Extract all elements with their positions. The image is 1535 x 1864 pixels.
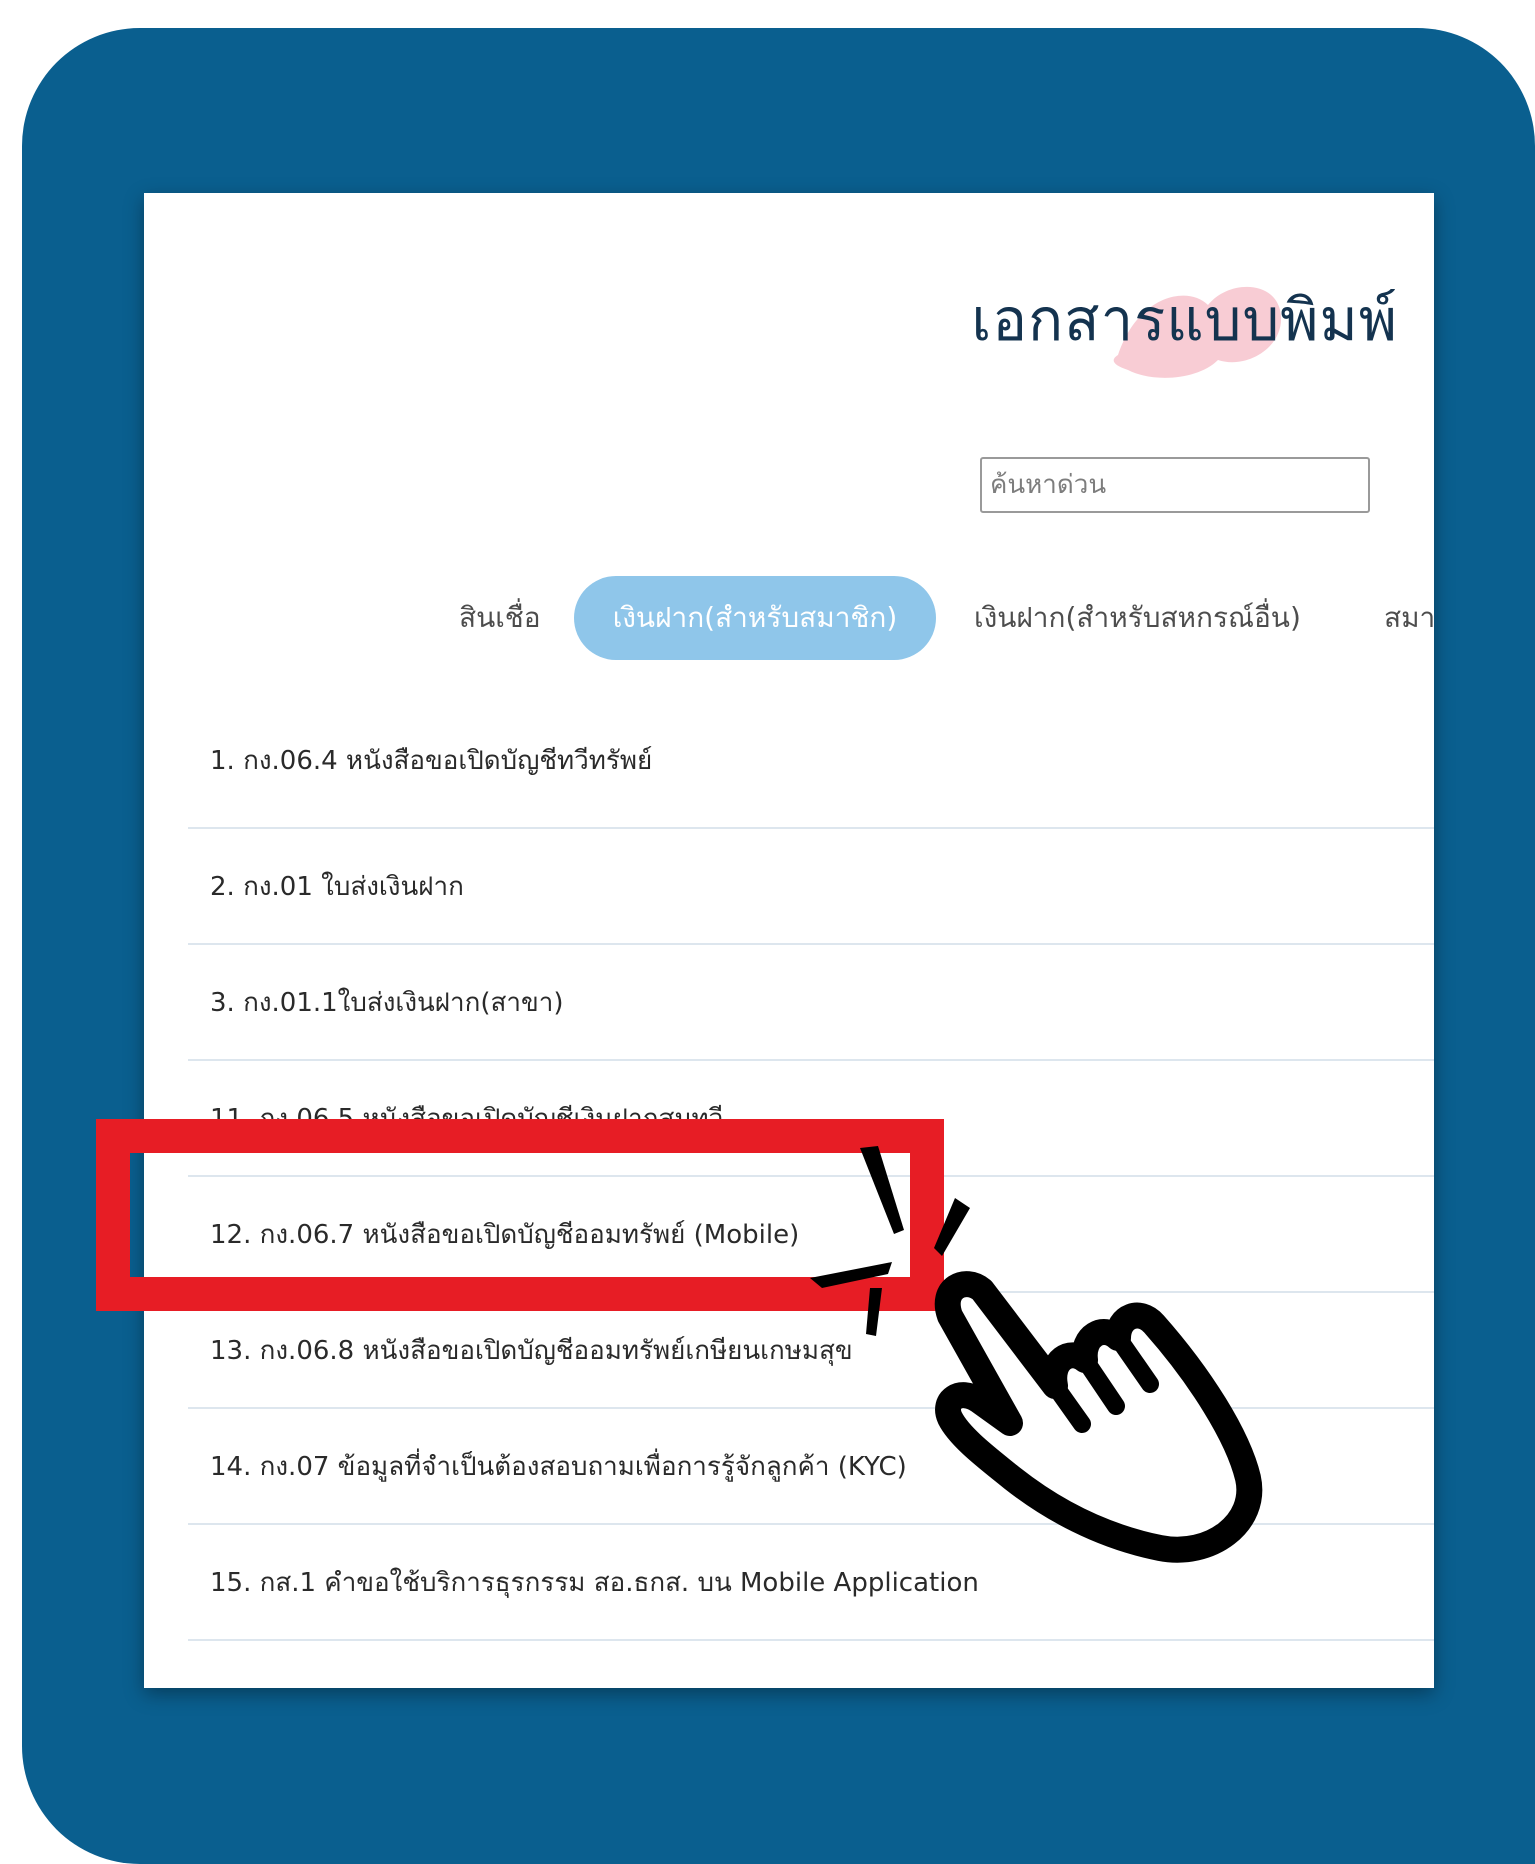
- document-link[interactable]: 3. กง.01.1ใบส่งเงินฝาก(สาขา): [210, 982, 564, 1023]
- heading-area: เอกสารแบบพิมพ์: [898, 253, 1398, 378]
- page-title: เอกสารแบบพิมพ์: [971, 286, 1398, 354]
- list-item[interactable]: 2. กง.01 ใบส่งเงินฝาก: [188, 829, 1434, 945]
- document-link[interactable]: 1. กง.06.4 หนังสือขอเปิดบัญชีทวีทรัพย์: [210, 740, 652, 781]
- tab-loans[interactable]: สินเชื่อ: [459, 576, 541, 660]
- list-item[interactable]: 3. กง.01.1ใบส่งเงินฝาก(สาขา): [188, 945, 1434, 1061]
- tab-member-deposits[interactable]: เงินฝาก(สำหรับสมาชิก): [574, 576, 936, 660]
- document-link[interactable]: 2. กง.01 ใบส่งเงินฝาก: [210, 866, 464, 907]
- list-item[interactable]: 11. กง.06.5 หนังสือขอเปิดบัญชีเงินฝากสมท…: [188, 1061, 1434, 1177]
- document-list: 1. กง.06.4 หนังสือขอเปิดบัญชีทวีทรัพย์ 2…: [188, 721, 1434, 1641]
- document-link[interactable]: 15. กส.1 คำขอใช้บริการธุรกรรม สอ.ธกส. บน…: [210, 1562, 979, 1603]
- tab-cooperative-deposits[interactable]: เงินฝาก(สำหรับสหกรณ์อื่น): [974, 576, 1301, 660]
- search-input[interactable]: [980, 457, 1370, 513]
- document-panel: เอกสารแบบพิมพ์ สินเชื่อ เงินฝาก(สำหรับสม…: [144, 193, 1434, 1688]
- document-link[interactable]: 14. กง.07 ข้อมูลที่จำเป็นต้องสอบถามเพื่อ…: [210, 1446, 907, 1487]
- list-item[interactable]: 1. กง.06.4 หนังสือขอเปิดบัญชีทวีทรัพย์: [188, 721, 1434, 829]
- list-item[interactable]: 14. กง.07 ข้อมูลที่จำเป็นต้องสอบถามเพื่อ…: [188, 1409, 1434, 1525]
- list-item[interactable]: 15. กส.1 คำขอใช้บริการธุรกรรม สอ.ธกส. บน…: [188, 1525, 1434, 1641]
- category-tabs: สินเชื่อ เงินฝาก(สำหรับสมาชิก) เงินฝาก(ส…: [144, 576, 1434, 660]
- list-item-selected[interactable]: 12. กง.06.7 หนังสือขอเปิดบัญชีออมทรัพย์ …: [188, 1177, 1434, 1293]
- list-item[interactable]: 13. กง.06.8 หนังสือขอเปิดบัญชีออมทรัพย์เ…: [188, 1293, 1434, 1409]
- document-link[interactable]: 13. กง.06.8 หนังสือขอเปิดบัญชีออมทรัพย์เ…: [210, 1330, 853, 1371]
- document-link[interactable]: 12. กง.06.7 หนังสือขอเปิดบัญชีออมทรัพย์ …: [210, 1214, 799, 1255]
- tab-membership[interactable]: สมา: [1384, 576, 1434, 660]
- document-link[interactable]: 11. กง.06.5 หนังสือขอเปิดบัญชีเงินฝากสมท…: [210, 1098, 723, 1139]
